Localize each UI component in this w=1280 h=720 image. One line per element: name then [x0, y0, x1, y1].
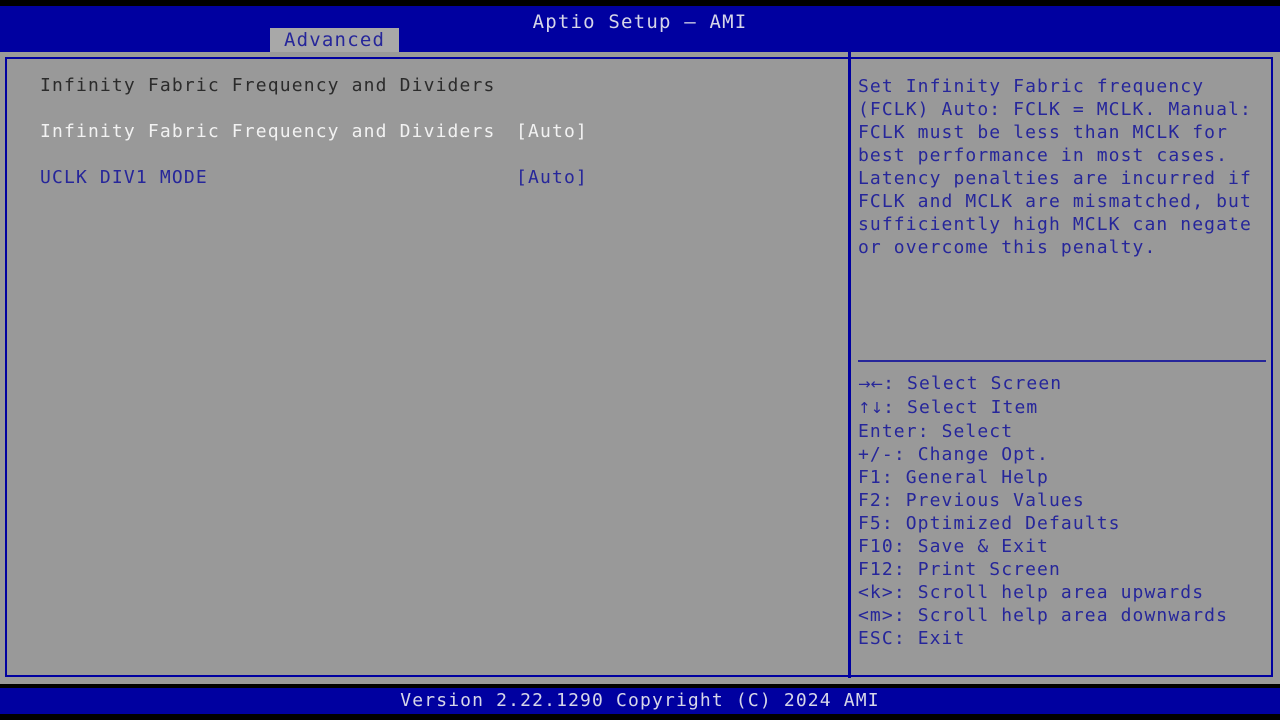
setting-value[interactable]: [Auto]: [516, 120, 588, 143]
arrow-keys-icon: →←: [858, 375, 883, 393]
help-separator: [858, 360, 1266, 362]
tab-advanced[interactable]: Advanced: [270, 28, 399, 52]
settings-panel: Infinity Fabric Frequency and Dividers I…: [12, 58, 842, 670]
key-legend-item: ↑↓: Select Item: [858, 396, 1268, 420]
key-name: F5: [858, 513, 882, 534]
key-separator: :: [894, 628, 918, 649]
key-separator: :: [882, 513, 906, 534]
key-separator: :: [894, 444, 918, 465]
key-legend-item: +/-: Change Opt.: [858, 443, 1268, 466]
key-action: Select Screen: [907, 373, 1062, 394]
key-legend-item: F10: Save & Exit: [858, 535, 1268, 558]
key-name: F10: [858, 536, 894, 557]
key-legend-list: →←: Select Screen↑↓: Select ItemEnter: S…: [858, 372, 1268, 650]
key-action: Change Opt.: [918, 444, 1049, 465]
footer-bar: Version 2.22.1290 Copyright (C) 2024 AMI: [0, 688, 1280, 714]
key-legend-item: Enter: Select: [858, 420, 1268, 443]
version-text: Version 2.22.1290 Copyright (C) 2024 AMI: [0, 690, 1280, 711]
key-name: ESC: [858, 628, 894, 649]
key-action: Select: [942, 421, 1014, 442]
key-name: F2: [858, 490, 882, 511]
key-action: Scroll help area upwards: [918, 582, 1205, 603]
key-separator: :: [883, 373, 907, 394]
arrow-keys-icon: ↑↓: [858, 399, 883, 417]
key-legend-item: F12: Print Screen: [858, 558, 1268, 581]
key-name: <k>: [858, 582, 894, 603]
key-legend-item: ESC: Exit: [858, 627, 1268, 650]
key-separator: :: [894, 605, 918, 626]
key-name: <m>: [858, 605, 894, 626]
help-description: Set Infinity Fabric frequency (FCLK) Aut…: [858, 75, 1268, 259]
key-action: Exit: [918, 628, 966, 649]
key-legend-item: →←: Select Screen: [858, 372, 1268, 396]
key-name: F12: [858, 559, 894, 580]
setting-label: UCLK DIV1 MODE: [40, 166, 510, 189]
key-separator: :: [894, 536, 918, 557]
key-separator: :: [894, 582, 918, 603]
key-action: Select Item: [907, 397, 1038, 418]
key-legend-item: F2: Previous Values: [858, 489, 1268, 512]
key-legend-item: F1: General Help: [858, 466, 1268, 489]
setting-value[interactable]: [Auto]: [516, 166, 588, 189]
key-action: Previous Values: [906, 490, 1085, 511]
setting-label: Infinity Fabric Frequency and Dividers: [40, 120, 510, 143]
key-legend-item: <k>: Scroll help area upwards: [858, 581, 1268, 604]
key-name: Enter: [858, 421, 918, 442]
key-separator: :: [882, 490, 906, 511]
bios-setup-screen: Aptio Setup – AMI Advanced Infinity Fabr…: [0, 0, 1280, 720]
section-title: Infinity Fabric Frequency and Dividers: [40, 75, 496, 96]
key-name: F1: [858, 467, 882, 488]
panel-divider: [848, 52, 851, 678]
tab-strip: Advanced: [0, 28, 1280, 52]
key-name: +/-: [858, 444, 894, 465]
key-separator: :: [894, 559, 918, 580]
key-action: Scroll help area downwards: [918, 605, 1228, 626]
key-legend-item: <m>: Scroll help area downwards: [858, 604, 1268, 627]
key-action: Optimized Defaults: [906, 513, 1121, 534]
key-action: Save & Exit: [918, 536, 1049, 557]
key-action: General Help: [906, 467, 1049, 488]
key-legend-item: F5: Optimized Defaults: [858, 512, 1268, 535]
key-separator: :: [918, 421, 942, 442]
key-separator: :: [883, 397, 907, 418]
help-panel: Set Infinity Fabric frequency (FCLK) Aut…: [856, 58, 1270, 670]
key-separator: :: [882, 467, 906, 488]
key-action: Print Screen: [918, 559, 1061, 580]
